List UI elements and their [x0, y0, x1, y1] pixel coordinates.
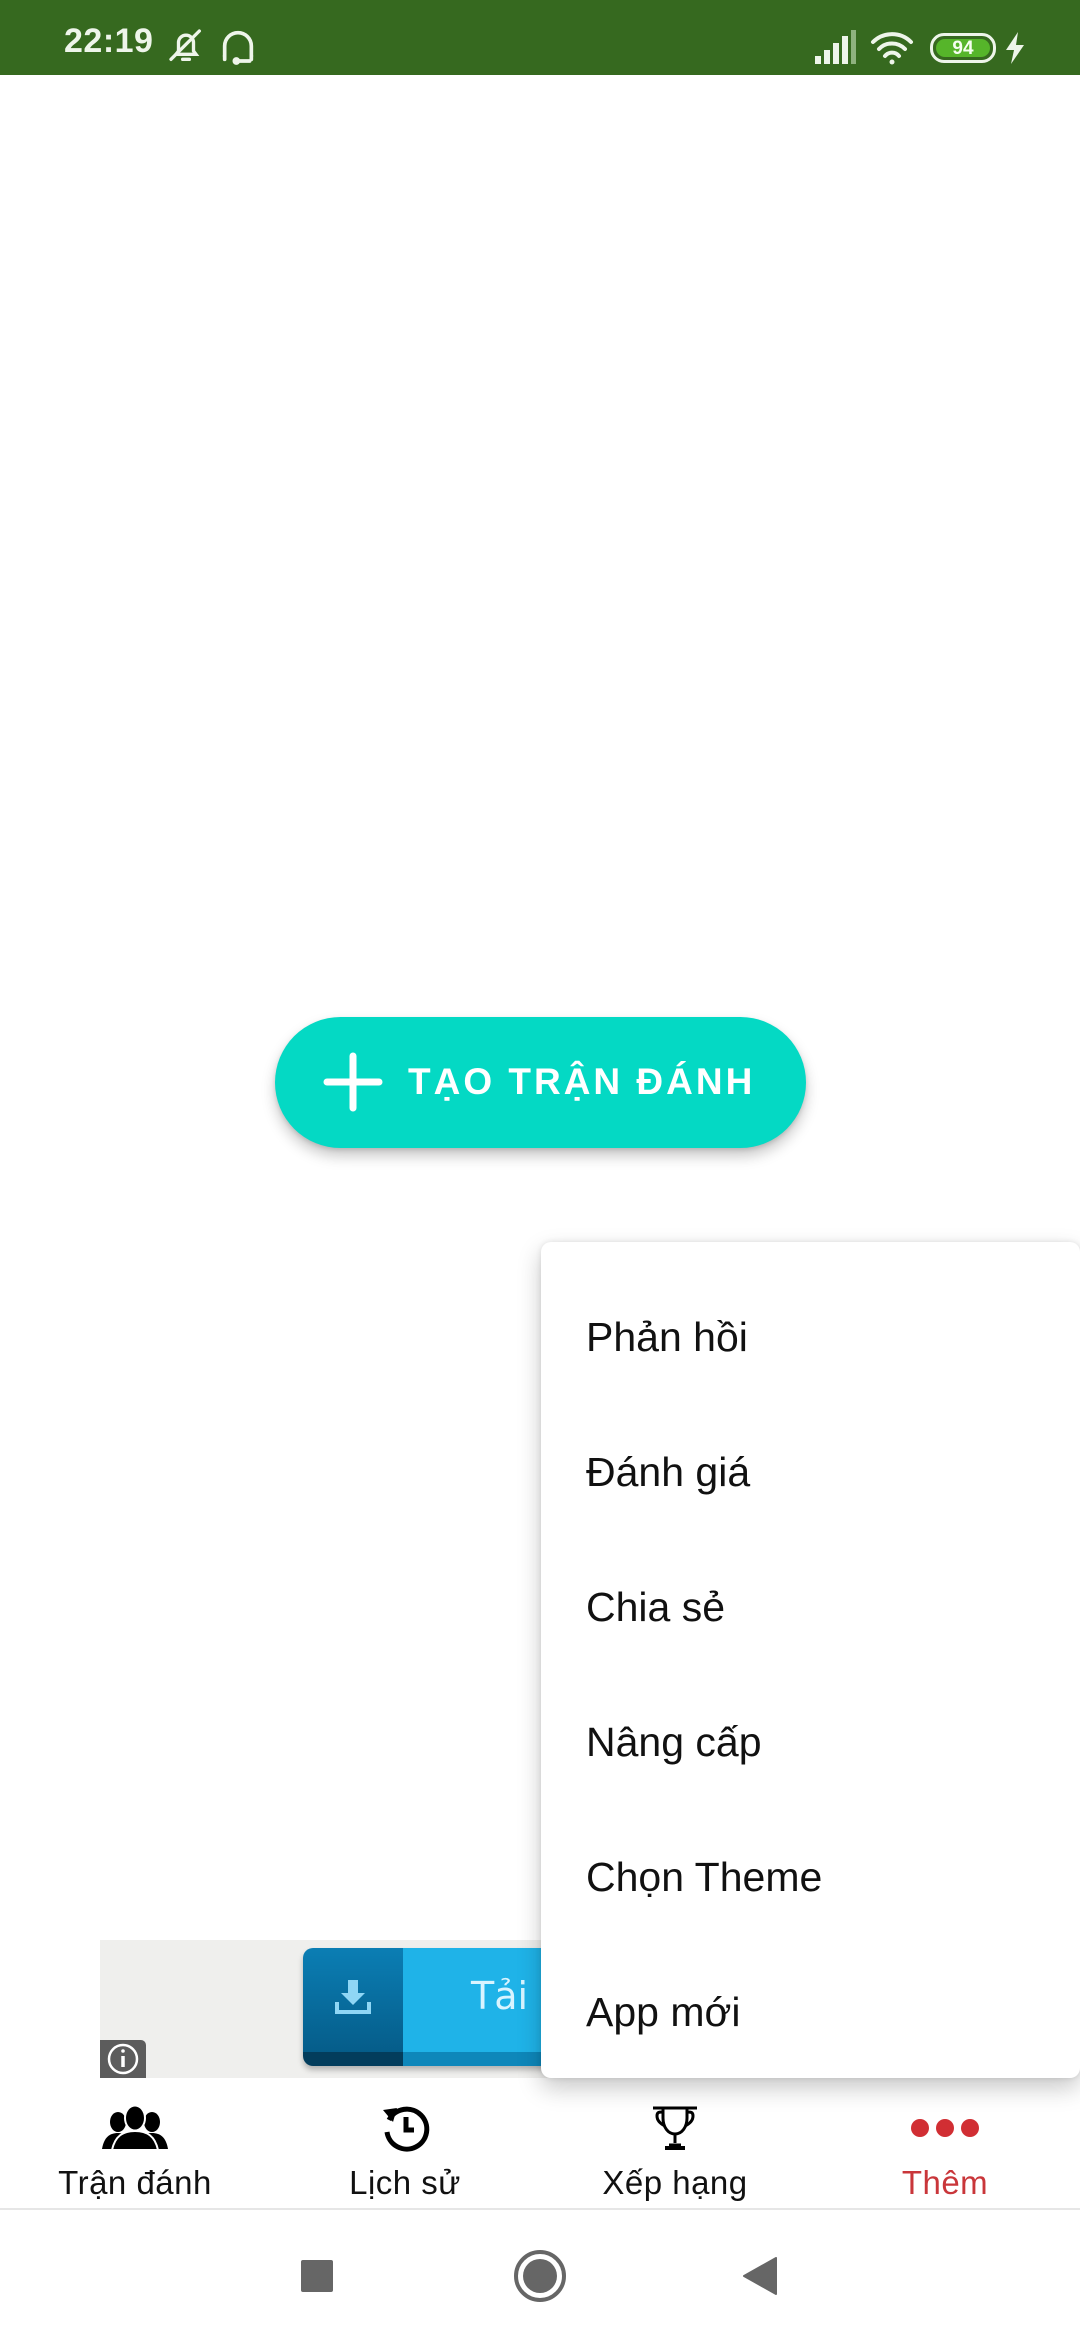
history-icon	[379, 2100, 431, 2156]
create-match-button[interactable]: TẠO TRẬN ĐÁNH	[275, 1017, 806, 1148]
nav-tab-matches[interactable]: Trận đánh	[0, 2078, 270, 2208]
recents-icon[interactable]	[300, 2259, 334, 2298]
status-time: 22:19	[64, 22, 154, 60]
menu-item-share[interactable]: Chia sẻ	[541, 1540, 1080, 1675]
menu-item-choose-theme[interactable]: Chọn Theme	[541, 1810, 1080, 1945]
nav-label-ranking: Xếp hạng	[602, 2164, 748, 2201]
plus-icon	[323, 1052, 383, 1112]
menu-item-new-apps[interactable]: App mới	[541, 1945, 1080, 2080]
more-popup-menu: Phản hồi Đánh giá Chia sẻ Nâng cấp Chọn …	[541, 1242, 1080, 2078]
menu-item-upgrade[interactable]: Nâng cấp	[541, 1675, 1080, 1810]
signal-icon	[815, 30, 857, 69]
ad-banner[interactable]: Tải v	[100, 1940, 560, 2078]
download-icon	[333, 1978, 373, 2023]
nav-tab-more[interactable]: Thêm	[810, 2078, 1080, 2208]
ad-download-button[interactable]: Tải v	[303, 1948, 560, 2066]
system-nav-bar	[0, 2212, 1080, 2340]
battery-level: 94	[936, 39, 990, 58]
nav-tab-ranking[interactable]: Xếp hạng	[540, 2078, 810, 2208]
notifications-muted-icon	[166, 26, 206, 71]
group-icon	[100, 2100, 170, 2156]
more-dots-icon	[910, 2100, 980, 2156]
bottom-nav: Trận đánh Lịch sử Xếp hạng Thêm	[0, 2078, 1080, 2210]
back-icon[interactable]	[741, 2257, 777, 2300]
nav-label-history: Lịch sử	[349, 2164, 461, 2201]
status-bar: 22:19 94	[0, 0, 1080, 75]
nav-label-matches: Trận đánh	[58, 2164, 212, 2201]
menu-item-rate[interactable]: Đánh giá	[541, 1405, 1080, 1540]
create-match-label: TẠO TRẬN ĐÁNH	[408, 1061, 756, 1102]
info-icon[interactable]	[100, 2040, 146, 2078]
home-icon[interactable]	[513, 2249, 567, 2308]
nav-tab-history[interactable]: Lịch sử	[270, 2078, 540, 2208]
wifi-icon	[870, 30, 914, 71]
battery-icon: 94	[930, 33, 996, 63]
nav-label-more: Thêm	[901, 2164, 989, 2201]
trophy-icon	[649, 2100, 701, 2156]
headset-icon	[218, 26, 258, 71]
menu-item-feedback[interactable]: Phản hồi	[541, 1270, 1080, 1405]
charging-icon	[1004, 32, 1026, 69]
